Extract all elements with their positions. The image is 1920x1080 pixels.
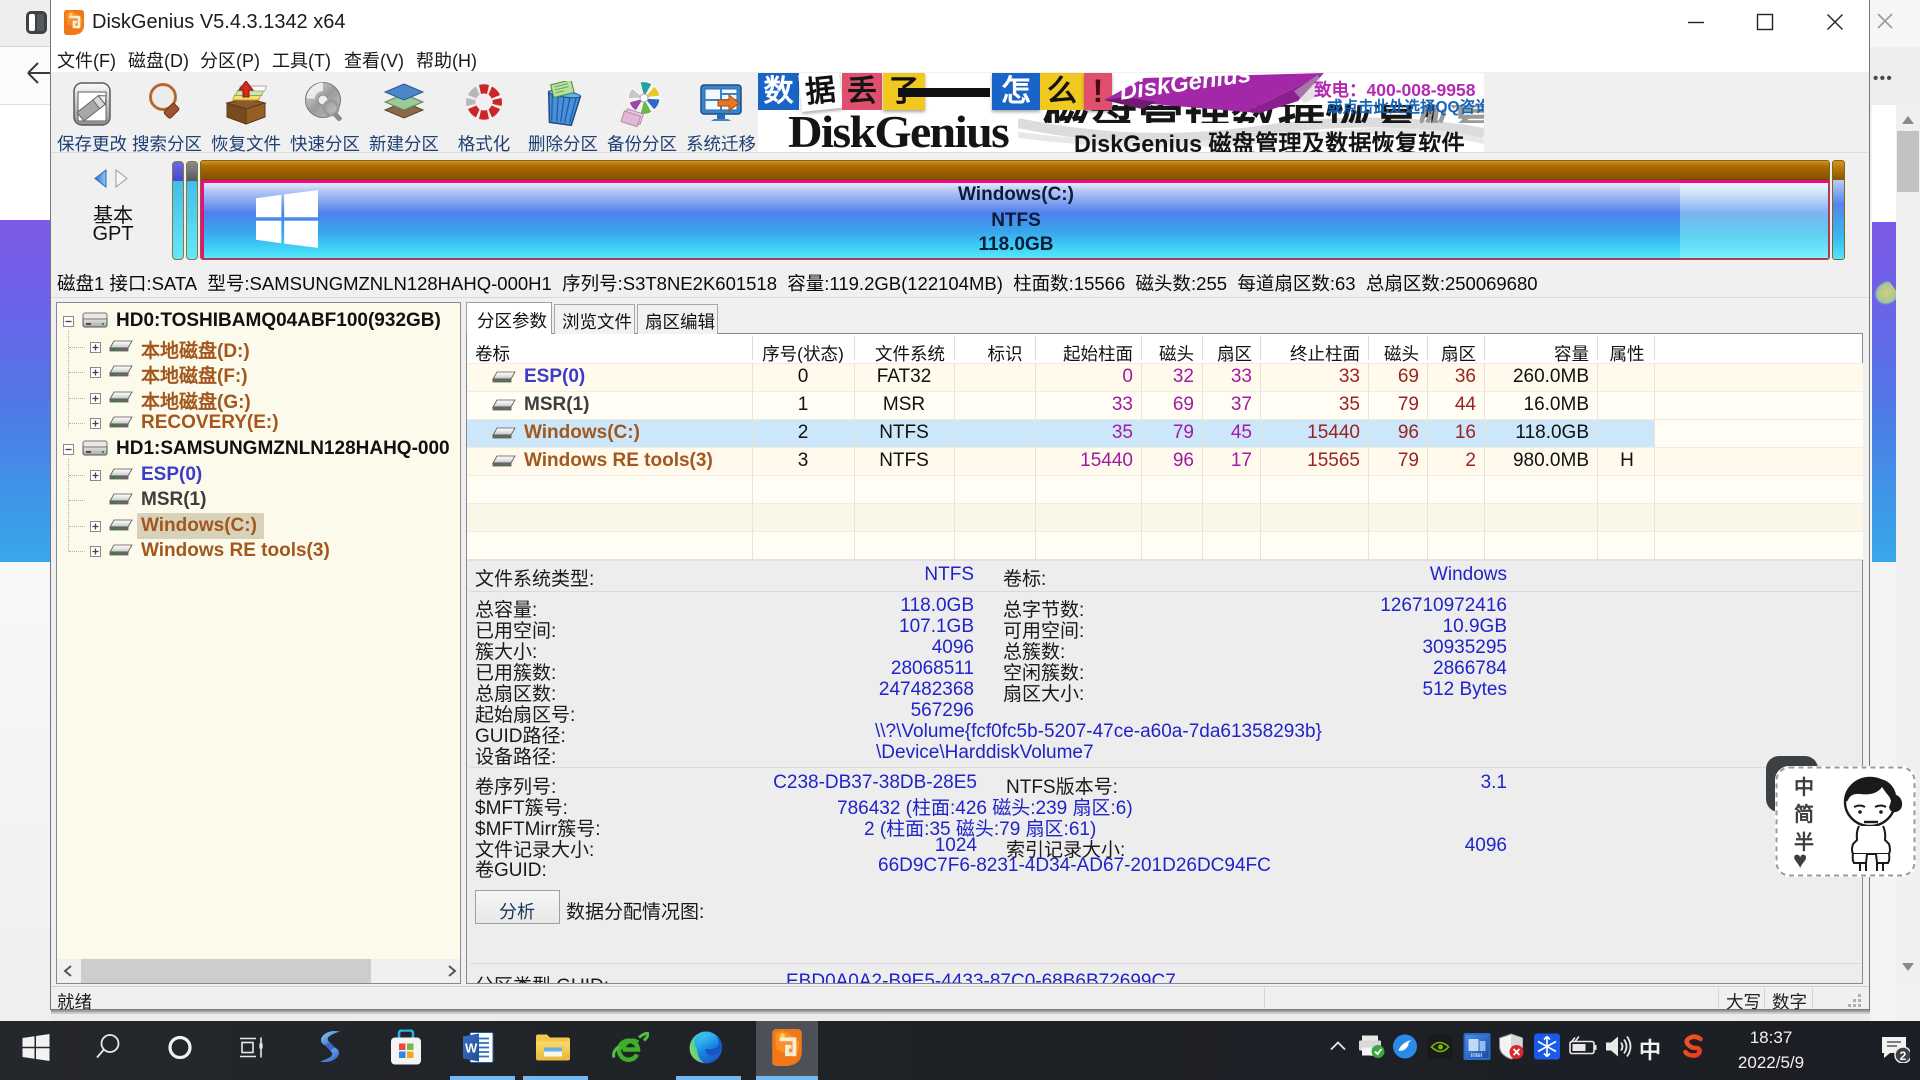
svg-text:intel: intel (1471, 1053, 1482, 1059)
svg-text:W: W (465, 1041, 478, 1056)
svg-text:2: 2 (1900, 1049, 1907, 1063)
